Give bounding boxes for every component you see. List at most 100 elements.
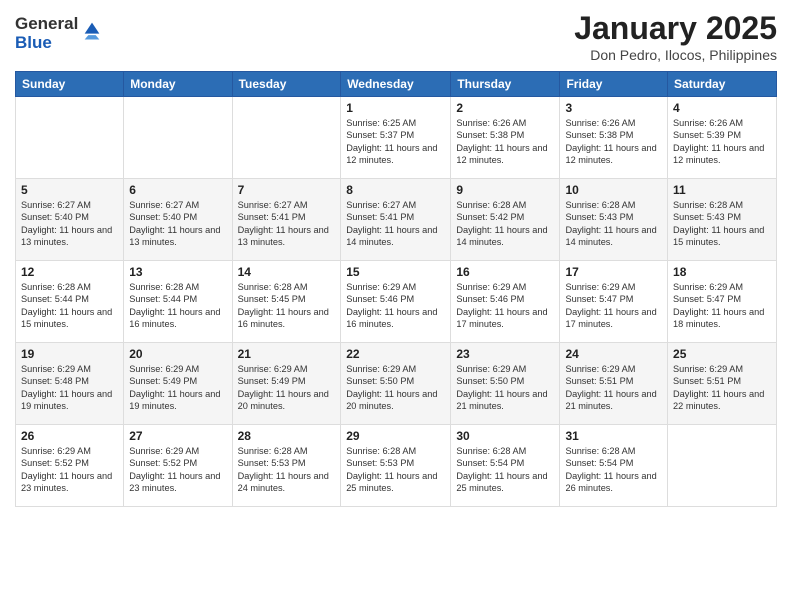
day-number: 24	[565, 347, 662, 361]
table-row	[16, 97, 124, 179]
cell-content: Sunrise: 6:29 AM Sunset: 5:49 PM Dayligh…	[238, 363, 336, 413]
cell-content: Sunrise: 6:27 AM Sunset: 5:41 PM Dayligh…	[346, 199, 445, 249]
cell-content: Sunrise: 6:28 AM Sunset: 5:54 PM Dayligh…	[565, 445, 662, 495]
table-row: 7 Sunrise: 6:27 AM Sunset: 5:41 PM Daylig…	[232, 179, 341, 261]
cell-content: Sunrise: 6:29 AM Sunset: 5:50 PM Dayligh…	[456, 363, 554, 413]
table-row: 14 Sunrise: 6:28 AM Sunset: 5:45 PM Dayli…	[232, 261, 341, 343]
page: General Blue January 2025 Don Pedro, Ilo…	[0, 0, 792, 612]
day-number: 7	[238, 183, 336, 197]
table-row: 16Sunrise: 6:29 AM Sunset: 5:46 PM Dayli…	[451, 261, 560, 343]
day-number: 10	[565, 183, 662, 197]
calendar-table: Sunday Monday Tuesday Wednesday Thursday…	[15, 71, 777, 507]
table-row: 13 Sunrise: 6:28 AM Sunset: 5:44 PM Dayli…	[124, 261, 232, 343]
cell-content: Sunrise: 6:28 AM Sunset: 5:54 PM Dayligh…	[456, 445, 554, 495]
table-row: 6 Sunrise: 6:27 AM Sunset: 5:40 PM Daylig…	[124, 179, 232, 261]
table-row: 25 Sunrise: 6:29 AM Sunset: 5:51 PM Dayli…	[668, 343, 777, 425]
cell-content: Sunrise: 6:28 AM Sunset: 5:44 PM Dayligh…	[129, 281, 226, 331]
cell-content: Sunrise: 6:28 AM Sunset: 5:53 PM Dayligh…	[346, 445, 445, 495]
table-row: 17 Sunrise: 6:29 AM Sunset: 5:47 PM Dayli…	[560, 261, 668, 343]
table-row: 11Sunrise: 6:28 AM Sunset: 5:43 PM Dayli…	[668, 179, 777, 261]
cell-content: Sunrise: 6:28 AM Sunset: 5:42 PM Dayligh…	[456, 199, 554, 249]
table-row: 1 Sunrise: 6:25 AM Sunset: 5:37 PM Daylig…	[341, 97, 451, 179]
calendar-week-row: 26 Sunrise: 6:29 AM Sunset: 5:52 PM Dayli…	[16, 425, 777, 507]
table-row: 27Sunrise: 6:29 AM Sunset: 5:52 PM Dayli…	[124, 425, 232, 507]
table-row	[124, 97, 232, 179]
col-monday: Monday	[124, 72, 232, 97]
table-row	[232, 97, 341, 179]
day-number: 5	[21, 183, 118, 197]
day-number: 14	[238, 265, 336, 279]
logo-icon	[81, 19, 103, 41]
cell-content: Sunrise: 6:25 AM Sunset: 5:37 PM Dayligh…	[346, 117, 445, 167]
day-number: 28	[238, 429, 336, 443]
day-number: 19	[21, 347, 118, 361]
table-row: 2 Sunrise: 6:26 AM Sunset: 5:38 PM Daylig…	[451, 97, 560, 179]
col-wednesday: Wednesday	[341, 72, 451, 97]
table-row: 12 Sunrise: 6:28 AM Sunset: 5:44 PM Dayli…	[16, 261, 124, 343]
header: General Blue January 2025 Don Pedro, Ilo…	[15, 10, 777, 63]
logo-blue: Blue	[15, 34, 78, 53]
day-number: 21	[238, 347, 336, 361]
table-row: 9Sunrise: 6:28 AM Sunset: 5:42 PM Daylig…	[451, 179, 560, 261]
cell-content: Sunrise: 6:28 AM Sunset: 5:45 PM Dayligh…	[238, 281, 336, 331]
cell-content: Sunrise: 6:29 AM Sunset: 5:46 PM Dayligh…	[456, 281, 554, 331]
day-number: 12	[21, 265, 118, 279]
col-friday: Friday	[560, 72, 668, 97]
table-row: 26Sunrise: 6:29 AM Sunset: 5:52 PM Dayli…	[16, 425, 124, 507]
cell-content: Sunrise: 6:29 AM Sunset: 5:52 PM Dayligh…	[129, 445, 226, 495]
calendar-week-row: 12 Sunrise: 6:28 AM Sunset: 5:44 PM Dayli…	[16, 261, 777, 343]
cell-content: Sunrise: 6:28 AM Sunset: 5:44 PM Dayligh…	[21, 281, 118, 331]
table-row: 8 Sunrise: 6:27 AM Sunset: 5:41 PM Daylig…	[341, 179, 451, 261]
table-row: 4Sunrise: 6:26 AM Sunset: 5:39 PM Daylig…	[668, 97, 777, 179]
table-row: 23Sunrise: 6:29 AM Sunset: 5:50 PM Dayli…	[451, 343, 560, 425]
cell-content: Sunrise: 6:29 AM Sunset: 5:50 PM Dayligh…	[346, 363, 445, 413]
day-number: 6	[129, 183, 226, 197]
table-row: 30 Sunrise: 6:28 AM Sunset: 5:54 PM Dayli…	[451, 425, 560, 507]
day-number: 2	[456, 101, 554, 115]
cell-content: Sunrise: 6:27 AM Sunset: 5:40 PM Dayligh…	[129, 199, 226, 249]
cell-content: Sunrise: 6:28 AM Sunset: 5:43 PM Dayligh…	[673, 199, 771, 249]
cell-content: Sunrise: 6:29 AM Sunset: 5:51 PM Dayligh…	[565, 363, 662, 413]
cell-content: Sunrise: 6:29 AM Sunset: 5:51 PM Dayligh…	[673, 363, 771, 413]
logo-text: General Blue	[15, 15, 78, 52]
title-block: January 2025 Don Pedro, Ilocos, Philippi…	[574, 10, 777, 63]
cell-content: Sunrise: 6:26 AM Sunset: 5:39 PM Dayligh…	[673, 117, 771, 167]
cell-content: Sunrise: 6:27 AM Sunset: 5:40 PM Dayligh…	[21, 199, 118, 249]
day-number: 29	[346, 429, 445, 443]
month-title: January 2025	[574, 10, 777, 47]
table-row: 31 Sunrise: 6:28 AM Sunset: 5:54 PM Dayli…	[560, 425, 668, 507]
day-number: 26	[21, 429, 118, 443]
day-number: 1	[346, 101, 445, 115]
day-number: 25	[673, 347, 771, 361]
logo-general: General	[15, 15, 78, 34]
day-number: 8	[346, 183, 445, 197]
day-number: 18	[673, 265, 771, 279]
col-thursday: Thursday	[451, 72, 560, 97]
calendar-header-row: Sunday Monday Tuesday Wednesday Thursday…	[16, 72, 777, 97]
table-row: 19 Sunrise: 6:29 AM Sunset: 5:48 PM Dayli…	[16, 343, 124, 425]
day-number: 31	[565, 429, 662, 443]
day-number: 17	[565, 265, 662, 279]
logo: General Blue	[15, 15, 103, 52]
cell-content: Sunrise: 6:29 AM Sunset: 5:47 PM Dayligh…	[565, 281, 662, 331]
day-number: 30	[456, 429, 554, 443]
table-row: 29 Sunrise: 6:28 AM Sunset: 5:53 PM Dayli…	[341, 425, 451, 507]
col-saturday: Saturday	[668, 72, 777, 97]
col-sunday: Sunday	[16, 72, 124, 97]
table-row: 28 Sunrise: 6:28 AM Sunset: 5:53 PM Dayli…	[232, 425, 341, 507]
cell-content: Sunrise: 6:26 AM Sunset: 5:38 PM Dayligh…	[565, 117, 662, 167]
cell-content: Sunrise: 6:27 AM Sunset: 5:41 PM Dayligh…	[238, 199, 336, 249]
cell-content: Sunrise: 6:28 AM Sunset: 5:43 PM Dayligh…	[565, 199, 662, 249]
cell-content: Sunrise: 6:26 AM Sunset: 5:38 PM Dayligh…	[456, 117, 554, 167]
cell-content: Sunrise: 6:29 AM Sunset: 5:49 PM Dayligh…	[129, 363, 226, 413]
calendar-week-row: 1 Sunrise: 6:25 AM Sunset: 5:37 PM Daylig…	[16, 97, 777, 179]
table-row: 15Sunrise: 6:29 AM Sunset: 5:46 PM Dayli…	[341, 261, 451, 343]
table-row: 10 Sunrise: 6:28 AM Sunset: 5:43 PM Dayli…	[560, 179, 668, 261]
cell-content: Sunrise: 6:28 AM Sunset: 5:53 PM Dayligh…	[238, 445, 336, 495]
day-number: 13	[129, 265, 226, 279]
day-number: 20	[129, 347, 226, 361]
cell-content: Sunrise: 6:29 AM Sunset: 5:47 PM Dayligh…	[673, 281, 771, 331]
table-row: 21 Sunrise: 6:29 AM Sunset: 5:49 PM Dayli…	[232, 343, 341, 425]
location: Don Pedro, Ilocos, Philippines	[574, 47, 777, 63]
cell-content: Sunrise: 6:29 AM Sunset: 5:48 PM Dayligh…	[21, 363, 118, 413]
